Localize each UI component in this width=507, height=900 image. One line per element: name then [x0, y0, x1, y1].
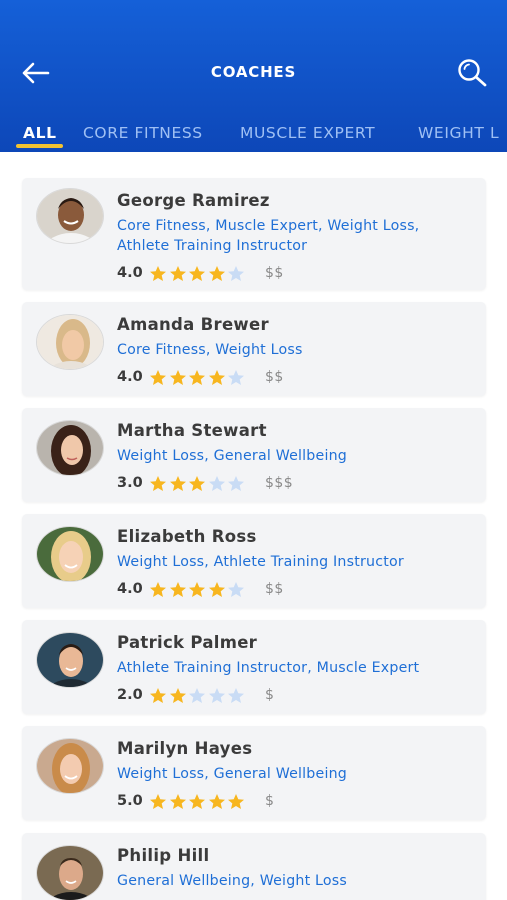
star-filled-icon — [150, 793, 166, 809]
star-filled-icon — [150, 687, 166, 703]
coach-card[interactable]: Marilyn Hayes Weight Loss, General Wellb… — [22, 726, 486, 820]
coach-card[interactable]: Amanda Brewer Core Fitness, Weight Loss … — [22, 302, 486, 396]
avatar — [36, 845, 104, 900]
tab-muscle-expert[interactable]: MUSCLE EXPERT — [240, 124, 375, 142]
star-rating — [149, 475, 247, 492]
star-empty-icon — [228, 369, 245, 385]
avatar — [36, 738, 104, 794]
avatar — [36, 632, 104, 688]
category-tabs: ALL CORE FITNESS MUSCLE EXPERT WEIGHT L — [0, 118, 507, 152]
star-filled-icon — [169, 793, 186, 809]
avatar — [36, 314, 104, 370]
rating-value: 4.0 — [117, 265, 143, 281]
avatar — [36, 526, 104, 582]
price-level: $ — [264, 793, 275, 809]
rating-row: 5.0 $ — [117, 791, 274, 811]
search-icon[interactable] — [455, 57, 491, 89]
rating-row: 2.0 $ — [117, 685, 274, 705]
tab-core-fitness[interactable]: CORE FITNESS — [83, 124, 203, 142]
coach-specialties: Athlete Training Instructor, Muscle Expe… — [117, 660, 420, 676]
star-empty-icon — [189, 687, 206, 703]
rating-value: 4.0 — [117, 369, 143, 385]
coach-name: Martha Stewart — [117, 421, 267, 440]
coach-name: George Ramirez — [117, 191, 270, 210]
star-filled-icon — [169, 475, 186, 491]
rating-row: 3.0 $$$ — [117, 473, 293, 493]
star-filled-icon — [189, 793, 206, 809]
coach-name: Amanda Brewer — [117, 315, 269, 334]
rating-row: 4.0 $$ — [117, 263, 284, 283]
star-filled-icon — [169, 369, 186, 385]
coach-card[interactable]: Philip Hill General Wellbeing, Weight Lo… — [22, 833, 486, 900]
star-filled-icon — [189, 369, 206, 385]
coach-name: Marilyn Hayes — [117, 739, 253, 758]
star-filled-icon — [150, 581, 166, 597]
star-filled-icon — [169, 581, 186, 597]
price-level: $$ — [264, 581, 284, 597]
coach-specialties: Weight Loss, General Wellbeing — [117, 766, 347, 782]
star-rating — [149, 687, 247, 704]
tab-all[interactable]: ALL — [23, 124, 57, 142]
rating-row: 4.0 $$ — [117, 579, 284, 599]
coach-name: Patrick Palmer — [117, 633, 258, 652]
star-empty-icon — [228, 265, 245, 281]
app-header: COACHES ALL CORE FITNESS MUSCLE EXPERT W… — [0, 0, 507, 152]
coach-specialties: General Wellbeing, Weight Loss — [117, 873, 347, 889]
rating-value: 2.0 — [117, 687, 143, 703]
coach-card[interactable]: George Ramirez Core Fitness, Muscle Expe… — [22, 178, 486, 290]
coach-name: Elizabeth Ross — [117, 527, 257, 546]
star-filled-icon — [150, 265, 166, 281]
price-level: $ — [264, 687, 275, 703]
coach-card[interactable]: Elizabeth Ross Weight Loss, Athlete Trai… — [22, 514, 486, 608]
star-filled-icon — [208, 369, 225, 385]
price-level: $$ — [264, 265, 284, 281]
star-rating — [149, 265, 247, 282]
active-tab-indicator — [16, 144, 63, 148]
star-empty-icon — [228, 581, 245, 597]
star-empty-icon — [208, 687, 225, 703]
rating-value: 3.0 — [117, 475, 143, 491]
star-rating — [149, 793, 247, 810]
star-filled-icon — [150, 369, 166, 385]
star-rating — [149, 369, 247, 386]
star-filled-icon — [150, 475, 166, 491]
coach-card[interactable]: Martha Stewart Weight Loss, General Well… — [22, 408, 486, 502]
rating-row: 4.0 $$ — [117, 367, 284, 387]
star-empty-icon — [228, 475, 245, 491]
coach-card[interactable]: Patrick Palmer Athlete Training Instruct… — [22, 620, 486, 714]
coach-specialties: Core Fitness, Muscle Expert, Weight Loss… — [117, 218, 420, 254]
coach-specialties: Core Fitness, Weight Loss — [117, 342, 303, 358]
coach-name: Philip Hill — [117, 846, 210, 865]
avatar — [36, 420, 104, 476]
page-title: COACHES — [210, 63, 297, 81]
star-filled-icon — [208, 793, 225, 809]
star-rating — [149, 581, 247, 598]
rating-value: 4.0 — [117, 581, 143, 597]
star-filled-icon — [169, 687, 186, 703]
star-filled-icon — [228, 793, 245, 809]
star-filled-icon — [189, 265, 206, 281]
star-empty-icon — [228, 687, 245, 703]
coach-specialties: Weight Loss, Athlete Training Instructor — [117, 554, 404, 570]
tab-weight-loss[interactable]: WEIGHT L — [418, 124, 499, 142]
rating-value: 5.0 — [117, 793, 143, 809]
price-level: $$ — [264, 369, 284, 385]
price-level: $$$ — [264, 475, 294, 491]
star-filled-icon — [189, 475, 206, 491]
star-filled-icon — [169, 265, 186, 281]
star-filled-icon — [189, 581, 206, 597]
avatar — [36, 188, 104, 244]
coach-specialties: Weight Loss, General Wellbeing — [117, 448, 347, 464]
star-empty-icon — [208, 475, 225, 491]
star-filled-icon — [208, 265, 225, 281]
star-filled-icon — [208, 581, 225, 597]
